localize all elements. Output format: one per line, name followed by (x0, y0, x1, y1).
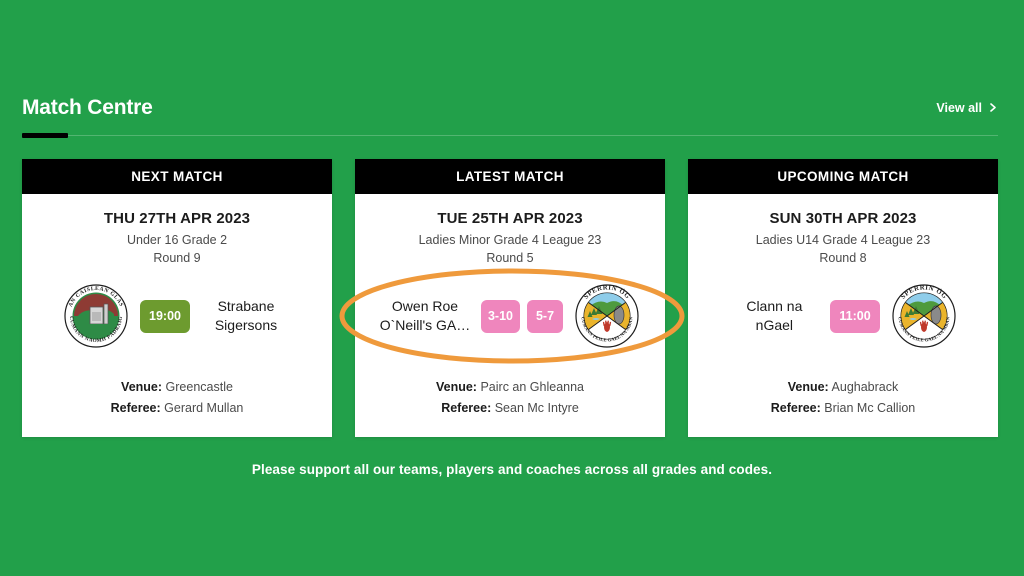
venue-value: Pairc an Ghleanna (480, 380, 585, 394)
referee-row: Referee: Gerard Mullan (36, 398, 318, 419)
view-all-link[interactable]: View all (936, 101, 998, 115)
home-score-badge: 3-10 (480, 299, 521, 333)
referee-value: Gerard Mullan (164, 401, 244, 415)
referee-value: Brian Mc Callion (824, 401, 916, 415)
referee-row: Referee: Brian Mc Callion (702, 398, 984, 419)
match-round: Round 9 (153, 251, 201, 265)
sperrin-og-crest-icon: SPERRIN ÓG CUMANN PEILE GAEL NA MBAN (890, 282, 958, 350)
away-team-name: Strabane Sigersons (214, 298, 278, 333)
section-header: Match Centre View all (22, 95, 998, 145)
match-date: SUN 30TH APR 2023 (769, 210, 917, 227)
venue-row: Venue: Pairc an Ghleanna (369, 377, 651, 398)
card-header-label: NEXT MATCH (22, 159, 332, 194)
match-round: Round 5 (486, 251, 534, 265)
match-card-upcoming[interactable]: UPCOMING MATCH SUN 30TH APR 2023 Ladies … (688, 159, 998, 437)
referee-row: Referee: Sean Mc Intyre (369, 398, 651, 419)
venue-value: Greencastle (165, 380, 233, 394)
chevron-right-icon (989, 102, 998, 112)
card-body: THU 27TH APR 2023 Under 16 Grade 2 Round… (22, 194, 332, 437)
match-card-next[interactable]: NEXT MATCH THU 27TH APR 2023 Under 16 Gr… (22, 159, 332, 437)
match-centre-page: Match Centre View all NEXT MATCH THU 27T… (0, 0, 1024, 576)
venue-value: Aughabrack (831, 380, 899, 394)
score-badges: 3-10 5-7 (480, 299, 564, 333)
support-message: Please support all our teams, players an… (251, 462, 773, 477)
match-meta: Venue: Aughabrack Referee: Brian Mc Call… (702, 377, 984, 419)
header-accent-bar (22, 133, 68, 138)
card-body: TUE 25TH APR 2023 Ladies Minor Grade 4 L… (355, 194, 665, 437)
match-card-latest[interactable]: LATEST MATCH TUE 25TH APR 2023 Ladies Mi… (355, 159, 665, 437)
match-competition: Under 16 Grade 2 (126, 233, 228, 247)
header-divider (22, 135, 998, 136)
card-header-label: LATEST MATCH (355, 159, 665, 194)
match-time-badge: 19:00 (140, 299, 190, 333)
referee-label: Referee: (110, 401, 161, 415)
card-header-label: UPCOMING MATCH (688, 159, 998, 194)
away-score-badge: 5-7 (527, 299, 564, 333)
match-time-badge: 11:00 (830, 299, 880, 333)
fixture-row: Clann na nGael 11:00 SPERRIN ÓG CUMANN P… (702, 280, 984, 352)
fixture-row: Owen Roe O`Neill's GA… 3-10 5-7 SPERRIN … (369, 280, 651, 352)
match-cards: NEXT MATCH THU 27TH APR 2023 Under 16 Gr… (22, 159, 998, 437)
venue-row: Venue: Aughabrack (702, 377, 984, 398)
match-meta: Venue: Pairc an Ghleanna Referee: Sean M… (369, 377, 651, 419)
match-date: THU 27TH APR 2023 (103, 210, 251, 227)
home-team-name: Owen Roe O`Neill's GA… (379, 298, 471, 333)
venue-label: Venue: (121, 380, 163, 394)
greencastle-crest-icon: AN CAISLEÁN GLAS CUMANN NAOMH PÁDRAIG (62, 282, 130, 350)
venue-label: Venue: (787, 380, 829, 394)
venue-label: Venue: (435, 380, 477, 394)
sperrin-og-crest-icon: SPERRIN ÓG CUMANN PEILE GAEL NA MBAN (573, 282, 641, 350)
referee-label: Referee: (441, 401, 492, 415)
referee-value: Sean Mc Intyre (494, 401, 579, 415)
view-all-label: View all (936, 101, 982, 115)
match-date: TUE 25TH APR 2023 (437, 210, 583, 227)
page-title: Match Centre (22, 96, 153, 119)
match-competition: Ladies Minor Grade 4 League 23 (418, 233, 602, 247)
home-team-name: Clann na nGael (746, 298, 803, 333)
match-meta: Venue: Greencastle Referee: Gerard Mulla… (36, 377, 318, 419)
fixture-row: AN CAISLEÁN GLAS CUMANN NAOMH PÁDRAIG 19… (36, 280, 318, 352)
match-round: Round 8 (819, 251, 867, 265)
referee-label: Referee: (770, 401, 821, 415)
venue-row: Venue: Greencastle (36, 377, 318, 398)
card-body: SUN 30TH APR 2023 Ladies U14 Grade 4 Lea… (688, 194, 998, 437)
match-competition: Ladies U14 Grade 4 League 23 (755, 233, 931, 247)
